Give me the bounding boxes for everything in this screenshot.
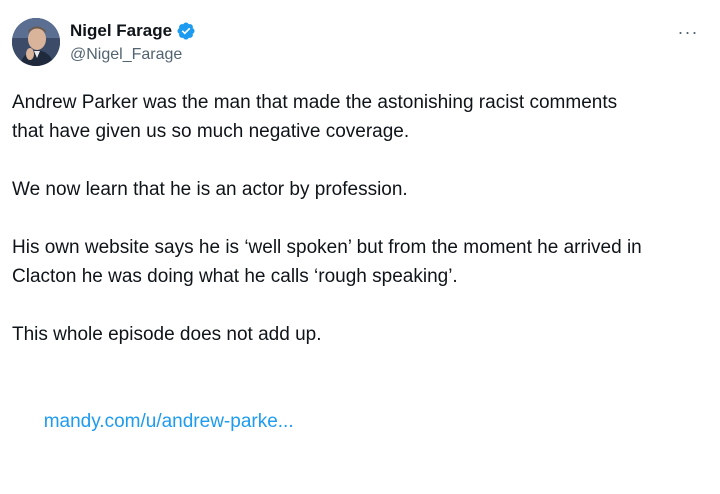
tweet-paragraph: Andrew Parker was the man that made the … [12, 92, 618, 142]
author-block: Nigel Farage @Nigel_Farage [70, 20, 196, 64]
tweet-header: Nigel Farage @Nigel_Farage ··· [12, 14, 708, 70]
author-handle[interactable]: @Nigel_Farage [70, 46, 196, 64]
avatar[interactable] [12, 18, 60, 66]
tweet-card: Nigel Farage @Nigel_Farage ··· Andrew Pa… [0, 0, 720, 432]
more-options-button[interactable]: ··· [676, 20, 700, 44]
avatar-portrait-icon [12, 18, 60, 66]
name-row: Nigel Farage [70, 20, 196, 42]
verified-badge-icon [176, 21, 196, 41]
tweet-paragraph: His own website says he is ‘well spoken’… [12, 237, 642, 287]
tweet-text: Andrew Parker was the man that made the … [12, 88, 708, 494]
tweet-paragraph: This whole episode does not add up. [12, 324, 322, 345]
more-horizontal-icon: ··· [677, 21, 699, 42]
author-display-name[interactable]: Nigel Farage [70, 21, 172, 41]
tweet-paragraph: We now learn that he is an actor by prof… [12, 179, 408, 200]
